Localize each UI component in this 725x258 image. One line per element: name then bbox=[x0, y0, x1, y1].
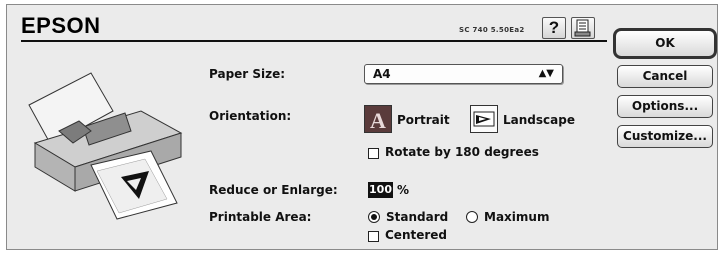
page-setup-dialog: EPSON SC 740 5.50Ea2 ? Paper Size: A4 ▲▼… bbox=[6, 4, 718, 250]
standard-label[interactable]: Standard bbox=[386, 210, 448, 224]
paper-size-select[interactable]: A4 ▲▼ bbox=[364, 64, 563, 84]
rotate-180-label[interactable]: Rotate by 180 degrees bbox=[385, 145, 539, 159]
brand-logo: EPSON bbox=[21, 13, 101, 38]
landscape-label[interactable]: Landscape bbox=[503, 113, 575, 127]
maximum-radio[interactable] bbox=[466, 211, 478, 223]
standard-radio[interactable] bbox=[368, 211, 380, 223]
centered-label[interactable]: Centered bbox=[385, 228, 447, 242]
portrait-icon[interactable]: A bbox=[364, 105, 392, 133]
paper-size-label: Paper Size: bbox=[209, 67, 286, 81]
customize-button[interactable]: Customize... bbox=[617, 125, 713, 148]
question-mark-icon: ? bbox=[548, 18, 560, 37]
portrait-label[interactable]: Portrait bbox=[397, 113, 450, 127]
orientation-label: Orientation: bbox=[209, 109, 292, 123]
maximum-label[interactable]: Maximum bbox=[484, 210, 549, 224]
options-button[interactable]: Options... bbox=[617, 95, 713, 118]
printer-illustration bbox=[21, 53, 197, 237]
header-divider bbox=[21, 40, 607, 42]
printer-config-icon bbox=[574, 19, 591, 37]
ok-button[interactable]: OK bbox=[613, 28, 717, 59]
reduce-enlarge-label: Reduce or Enlarge: bbox=[209, 183, 338, 197]
landscape-icon[interactable] bbox=[470, 105, 498, 133]
rotate-180-checkbox[interactable] bbox=[368, 148, 379, 159]
svg-text:A: A bbox=[370, 108, 386, 132]
printable-area-label: Printable Area: bbox=[209, 210, 312, 224]
help-button[interactable]: ? bbox=[542, 17, 566, 39]
printer-config-button[interactable] bbox=[571, 17, 595, 39]
model-version-label: SC 740 5.50Ea2 bbox=[459, 26, 525, 34]
updown-arrows-icon: ▲▼ bbox=[538, 68, 554, 79]
percent-unit-label: % bbox=[397, 183, 410, 197]
cancel-button[interactable]: Cancel bbox=[617, 65, 713, 88]
paper-size-value: A4 bbox=[373, 67, 391, 81]
centered-checkbox[interactable] bbox=[368, 231, 379, 242]
reduce-enlarge-input[interactable]: 100 bbox=[368, 182, 393, 198]
